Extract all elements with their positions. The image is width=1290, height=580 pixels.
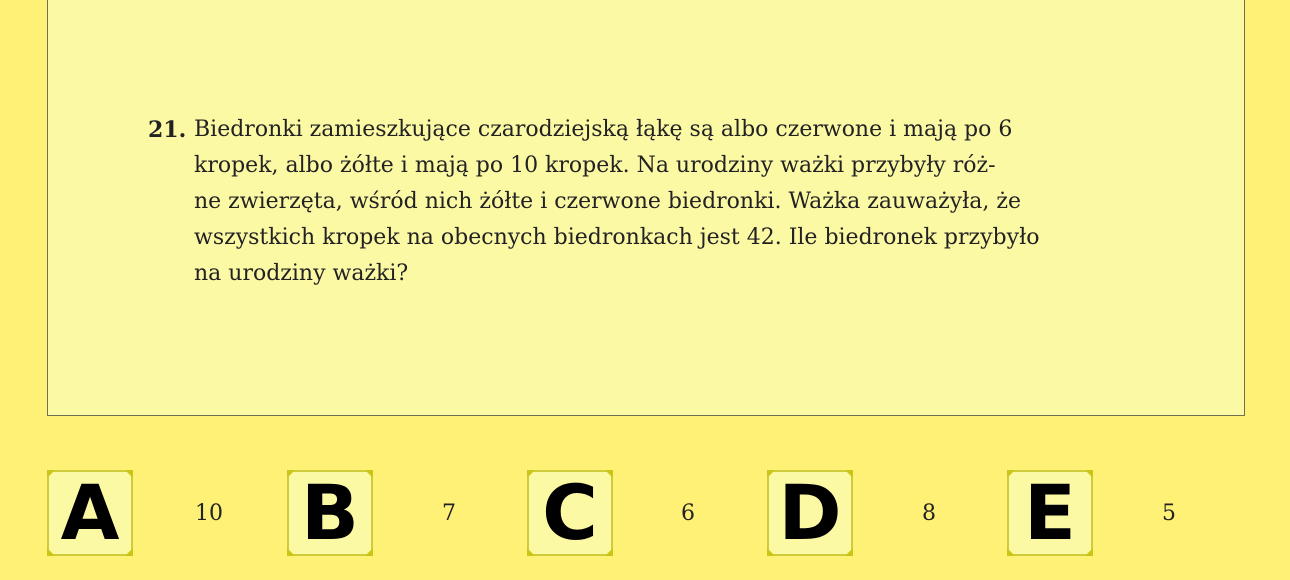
answer-c-button[interactable]: C <box>527 470 613 556</box>
answer-a-value: 10 <box>195 501 223 526</box>
answer-e-value: 5 <box>1162 501 1176 526</box>
question-line: ne zwierzęta, wśród nich żółte i czerwon… <box>194 189 1021 214</box>
answer-d-button[interactable]: D <box>767 470 853 556</box>
answer-b-button[interactable]: B <box>287 470 373 556</box>
answer-b-value: 7 <box>442 501 456 526</box>
answer-c-letter: C <box>542 468 598 557</box>
answer-c-value: 6 <box>681 501 695 526</box>
question-card: 21. Biedronki zamieszkujące czarodziejsk… <box>47 0 1245 416</box>
answer-a-letter: A <box>60 468 120 557</box>
answer-b-letter: B <box>301 468 359 557</box>
question-line: kropek, albo żółte i mają po 10 kropek. … <box>194 153 996 178</box>
question-line: wszystkich kropek na obecnych biedronkac… <box>194 225 1040 250</box>
question-line: Biedronki zamieszkujące czarodziejską łą… <box>194 117 1013 142</box>
answer-a-button[interactable]: A <box>47 470 133 556</box>
question-line: na urodziny ważki? <box>194 261 409 286</box>
answer-e-letter: E <box>1024 468 1076 557</box>
answer-d-value: 8 <box>922 501 936 526</box>
answer-d-letter: D <box>778 468 842 557</box>
question-number: 21. <box>148 117 187 143</box>
answer-e-button[interactable]: E <box>1007 470 1093 556</box>
